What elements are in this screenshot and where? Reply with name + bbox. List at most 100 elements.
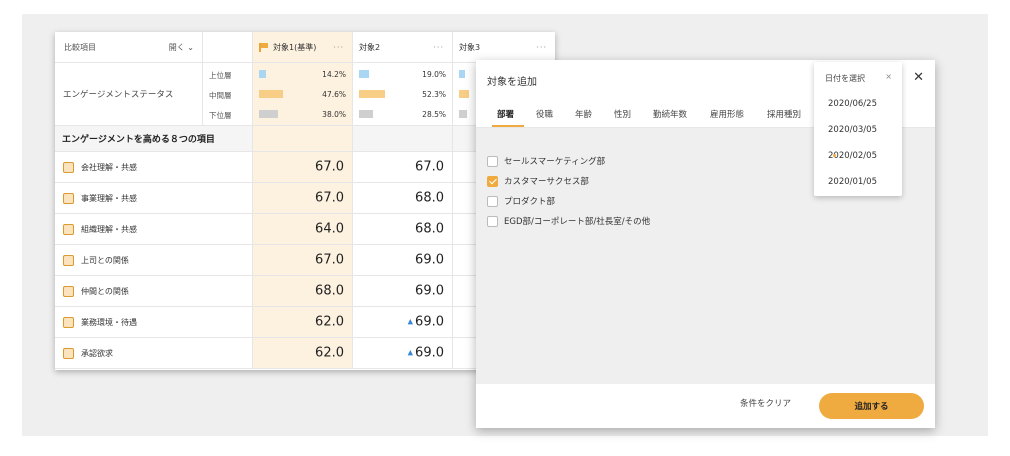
date-option[interactable]: 2020/06/25 <box>828 99 877 109</box>
level-upper: 上位層 <box>209 71 232 80</box>
item-label: 事業理解・共感 <box>81 193 137 203</box>
target2-score: ▲ 69.0 <box>408 346 444 361</box>
item-label: 組織理解・共感 <box>81 224 137 234</box>
target1-score: 64.0 <box>315 222 344 237</box>
department-label: カスタマーサクセス部 <box>504 177 589 187</box>
department-label: プロダクト部 <box>504 197 556 207</box>
clear-conditions-button[interactable]: 条件をクリア <box>740 397 791 409</box>
bar-lower <box>459 110 467 118</box>
handshake-icon <box>63 347 74 359</box>
pct-middle: 47.6% <box>322 90 346 99</box>
item-label: 上司との関係 <box>81 255 129 265</box>
add-button[interactable]: 追加する <box>819 393 924 419</box>
selected-dot-icon <box>833 154 836 157</box>
bar-middle <box>359 90 386 98</box>
more-icon[interactable]: ··· <box>333 43 344 52</box>
target2-distribution: 19.0% 52.3% 28.5% <box>353 63 453 125</box>
level-header <box>203 32 253 62</box>
tab-department[interactable]: 部署 <box>497 108 514 120</box>
checkbox[interactable] <box>487 175 498 187</box>
tab-gender[interactable]: 性別 <box>614 108 631 120</box>
score-value: 69.0 <box>415 252 444 268</box>
item-label: 承認欲求 <box>81 348 113 358</box>
target3-header[interactable]: 対象3 ··· <box>453 32 555 62</box>
pct-middle: 52.3% <box>422 90 446 99</box>
target2-score: 68.0 <box>415 222 444 237</box>
modal-title: 対象を追加 <box>487 77 537 88</box>
score-value: 67.0 <box>315 159 344 175</box>
target3-label: 対象3 <box>459 42 481 52</box>
modal-footer: 条件をクリア 追加する <box>476 384 935 428</box>
pct-upper: 19.0% <box>422 70 446 79</box>
pct-lower: 38.0% <box>322 110 346 119</box>
bar-middle <box>259 90 283 98</box>
checkbox[interactable] <box>487 195 498 207</box>
score-value: 67.0 <box>315 252 344 268</box>
score-value: 62.0 <box>315 345 344 361</box>
score-value: 62.0 <box>315 314 344 330</box>
date-option[interactable]: 2020/02/05 <box>828 151 877 161</box>
flag-icon <box>259 42 268 52</box>
score-value: 68.0 <box>415 221 444 237</box>
date-option-label: 2020/01/05 <box>828 177 877 187</box>
department-option[interactable]: EGD部/コーポレート部/社長室/その他 <box>487 215 650 227</box>
chevron-down-icon: ⌄ <box>187 42 194 52</box>
date-option-label: 2020/06/25 <box>828 99 877 109</box>
department-option[interactable]: カスタマーサクセス部 <box>487 175 589 187</box>
bar-middle <box>459 90 469 98</box>
building-icon <box>63 161 74 173</box>
open-label: 開く <box>168 42 185 52</box>
item-label: 業務環境・待遇 <box>81 317 137 327</box>
item-label: 会社理解・共感 <box>81 162 137 172</box>
open-toggle[interactable]: 開く ⌄ <box>169 42 194 53</box>
bar-upper <box>459 70 465 78</box>
department-option[interactable]: セールスマーケティング部 <box>487 155 605 167</box>
peers-icon <box>63 285 74 297</box>
close-icon[interactable]: ✕ <box>913 70 924 85</box>
date-dropdown: 日付を選択 × 2020/06/25 2020/03/05 2020/02/05… <box>814 62 902 196</box>
pct-upper: 14.2% <box>322 70 346 79</box>
section-title: エンゲージメントを高める８つの項目 <box>55 126 253 151</box>
date-select-label[interactable]: 日付を選択 <box>825 73 865 84</box>
clear-icon[interactable]: × <box>885 72 892 81</box>
score-value: 69.0 <box>415 283 444 299</box>
up-arrow-icon: ▲ <box>407 317 414 326</box>
target2-score: 68.0 <box>415 191 444 206</box>
target2-score: ▲ 69.0 <box>408 315 444 330</box>
target1-score: 67.0 <box>315 191 344 206</box>
target2-label: 対象2 <box>359 42 381 52</box>
more-icon[interactable]: ··· <box>433 43 444 52</box>
target1-score: 67.0 <box>315 160 344 175</box>
score-value: 64.0 <box>315 221 344 237</box>
tab-age[interactable]: 年齢 <box>575 108 592 120</box>
target2-score: 69.0 <box>415 284 444 299</box>
engagement-status-label: エンゲージメントステータス <box>55 63 203 125</box>
date-option[interactable]: 2020/03/05 <box>828 125 877 135</box>
boss-icon <box>63 254 74 266</box>
active-tab-indicator <box>492 125 524 127</box>
tab-position[interactable]: 役職 <box>536 108 553 120</box>
bar-upper <box>259 70 267 78</box>
score-value: 68.0 <box>315 283 344 299</box>
target2-header[interactable]: 対象2 ··· <box>353 32 453 62</box>
table-header-row: 比較項目 開く ⌄ 対象1(基準) ··· 対象2 ··· 対象3 ··· <box>55 32 555 63</box>
checkbox[interactable] <box>487 215 498 227</box>
tab-hiring-type[interactable]: 採用種別 <box>767 108 801 120</box>
checkbox[interactable] <box>487 155 498 167</box>
item-label: 仲間との関係 <box>81 286 129 296</box>
bar-lower <box>359 110 374 118</box>
target2-score: 67.0 <box>415 160 444 175</box>
desk-icon <box>63 316 74 328</box>
target1-score: 67.0 <box>315 253 344 268</box>
department-option[interactable]: プロダクト部 <box>487 195 555 207</box>
score-value: 68.0 <box>415 190 444 206</box>
target2-score: 69.0 <box>415 253 444 268</box>
tab-tenure[interactable]: 勤続年数 <box>653 108 687 120</box>
date-option-label: 2020/03/05 <box>828 125 877 135</box>
more-icon[interactable]: ··· <box>536 43 547 52</box>
target1-distribution: 14.2% 47.6% 38.0% <box>253 63 353 125</box>
bar-upper <box>359 70 369 78</box>
target1-header[interactable]: 対象1(基準) ··· <box>253 32 353 62</box>
tab-employment-type[interactable]: 雇用形態 <box>710 108 744 120</box>
date-option[interactable]: 2020/01/05 <box>828 177 877 187</box>
